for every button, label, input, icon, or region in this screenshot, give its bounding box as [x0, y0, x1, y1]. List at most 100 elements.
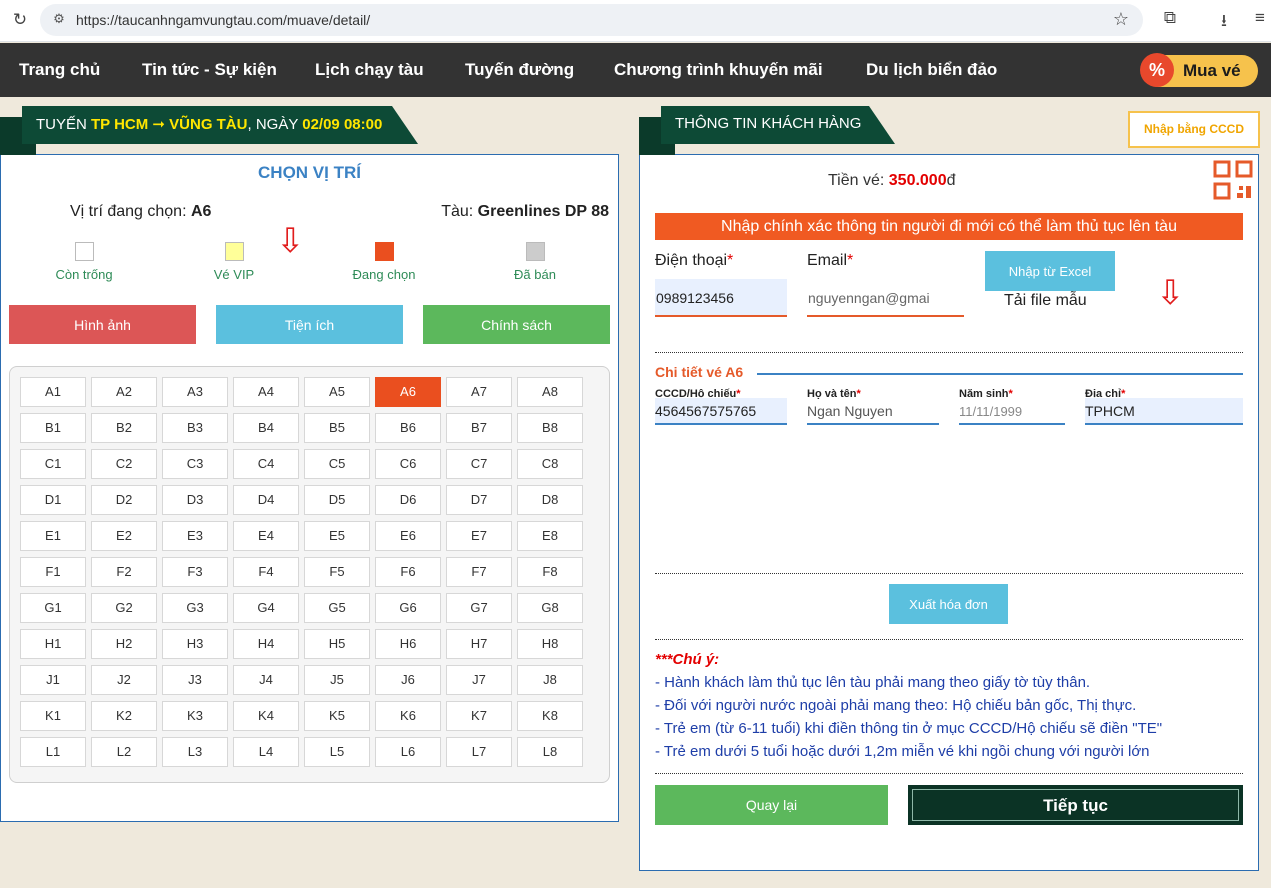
seat-c6[interactable]: C6	[375, 449, 441, 479]
seat-b5[interactable]: B5	[304, 413, 370, 443]
policy-button[interactable]: Chính sách	[423, 305, 610, 344]
menu-icon[interactable]: ≡	[1248, 8, 1271, 28]
seat-k6[interactable]: K6	[375, 701, 441, 731]
seat-k5[interactable]: K5	[304, 701, 370, 731]
seat-d8[interactable]: D8	[517, 485, 583, 515]
seat-a2[interactable]: A2	[91, 377, 157, 407]
seat-f4[interactable]: F4	[233, 557, 299, 587]
seat-c1[interactable]: C1	[20, 449, 86, 479]
seat-c8[interactable]: C8	[517, 449, 583, 479]
seat-l2[interactable]: L2	[91, 737, 157, 767]
seat-l7[interactable]: L7	[446, 737, 512, 767]
email-field[interactable]: nguyenngan@gmai	[807, 279, 964, 317]
fullname-field[interactable]: Ngan Nguyen	[807, 398, 939, 425]
seat-f3[interactable]: F3	[162, 557, 228, 587]
seat-j3[interactable]: J3	[162, 665, 228, 695]
nav-routes[interactable]: Tuyến đường	[465, 60, 574, 80]
address-field[interactable]: TPHCM	[1085, 398, 1243, 425]
seat-e6[interactable]: E6	[375, 521, 441, 551]
extensions-icon[interactable]: ⧉	[1158, 8, 1182, 28]
seat-b1[interactable]: B1	[20, 413, 86, 443]
seat-d3[interactable]: D3	[162, 485, 228, 515]
buy-ticket-button[interactable]: % Mua vé	[1140, 53, 1258, 87]
seat-k8[interactable]: K8	[517, 701, 583, 731]
seat-l6[interactable]: L6	[375, 737, 441, 767]
nav-island-tours[interactable]: Du lịch biển đảo	[866, 60, 997, 80]
seat-e2[interactable]: E2	[91, 521, 157, 551]
seat-d6[interactable]: D6	[375, 485, 441, 515]
seat-l5[interactable]: L5	[304, 737, 370, 767]
seat-l1[interactable]: L1	[20, 737, 86, 767]
download-template-link[interactable]: Tải file mẫu	[1004, 292, 1087, 310]
url-text[interactable]: https://taucanhngamvungtau.com/muave/det…	[76, 12, 370, 28]
seat-f7[interactable]: F7	[446, 557, 512, 587]
seat-j6[interactable]: J6	[375, 665, 441, 695]
images-button[interactable]: Hình ảnh	[9, 305, 196, 344]
seat-h1[interactable]: H1	[20, 629, 86, 659]
seat-l3[interactable]: L3	[162, 737, 228, 767]
amenities-button[interactable]: Tiện ích	[216, 305, 403, 344]
download-icon[interactable]: ⭳	[1212, 8, 1236, 37]
seat-k4[interactable]: K4	[233, 701, 299, 731]
seat-h2[interactable]: H2	[91, 629, 157, 659]
continue-button[interactable]: Tiếp tục	[908, 785, 1243, 825]
back-button[interactable]: Quay lại	[655, 785, 888, 825]
seat-j7[interactable]: J7	[446, 665, 512, 695]
seat-f5[interactable]: F5	[304, 557, 370, 587]
phone-field[interactable]: 0989123456	[655, 279, 787, 317]
seat-e7[interactable]: E7	[446, 521, 512, 551]
seat-g4[interactable]: G4	[233, 593, 299, 623]
seat-b8[interactable]: B8	[517, 413, 583, 443]
seat-b7[interactable]: B7	[446, 413, 512, 443]
seat-f8[interactable]: F8	[517, 557, 583, 587]
seat-j4[interactable]: J4	[233, 665, 299, 695]
seat-a3[interactable]: A3	[162, 377, 228, 407]
seat-h8[interactable]: H8	[517, 629, 583, 659]
seat-f6[interactable]: F6	[375, 557, 441, 587]
seat-a6[interactable]: A6	[375, 377, 441, 407]
seat-h7[interactable]: H7	[446, 629, 512, 659]
seat-c2[interactable]: C2	[91, 449, 157, 479]
scan-cccd-button[interactable]: Nhập bằng CCCD	[1128, 111, 1260, 148]
seat-k1[interactable]: K1	[20, 701, 86, 731]
seat-g5[interactable]: G5	[304, 593, 370, 623]
reload-icon[interactable]: ↻	[8, 9, 32, 31]
seat-g3[interactable]: G3	[162, 593, 228, 623]
seat-b6[interactable]: B6	[375, 413, 441, 443]
seat-l8[interactable]: L8	[517, 737, 583, 767]
seat-k2[interactable]: K2	[91, 701, 157, 731]
seat-b2[interactable]: B2	[91, 413, 157, 443]
seat-a8[interactable]: A8	[517, 377, 583, 407]
seat-j2[interactable]: J2	[91, 665, 157, 695]
id-number-field[interactable]: 4564567575765	[655, 398, 787, 425]
seat-k3[interactable]: K3	[162, 701, 228, 731]
seat-a4[interactable]: A4	[233, 377, 299, 407]
seat-e1[interactable]: E1	[20, 521, 86, 551]
seat-a5[interactable]: A5	[304, 377, 370, 407]
qr-scan-icon[interactable]	[1213, 160, 1253, 200]
seat-f2[interactable]: F2	[91, 557, 157, 587]
seat-j8[interactable]: J8	[517, 665, 583, 695]
seat-l4[interactable]: L4	[233, 737, 299, 767]
seat-d5[interactable]: D5	[304, 485, 370, 515]
seat-d1[interactable]: D1	[20, 485, 86, 515]
seat-j1[interactable]: J1	[20, 665, 86, 695]
site-info-icon[interactable]: ⚙	[50, 10, 68, 28]
address-bar[interactable]: ⚙ https://taucanhngamvungtau.com/muave/d…	[40, 4, 1143, 36]
seat-a7[interactable]: A7	[446, 377, 512, 407]
seat-e5[interactable]: E5	[304, 521, 370, 551]
seat-e8[interactable]: E8	[517, 521, 583, 551]
seat-d2[interactable]: D2	[91, 485, 157, 515]
seat-d7[interactable]: D7	[446, 485, 512, 515]
seat-k7[interactable]: K7	[446, 701, 512, 731]
seat-b4[interactable]: B4	[233, 413, 299, 443]
seat-a1[interactable]: A1	[20, 377, 86, 407]
seat-c5[interactable]: C5	[304, 449, 370, 479]
seat-g6[interactable]: G6	[375, 593, 441, 623]
seat-c7[interactable]: C7	[446, 449, 512, 479]
seat-e4[interactable]: E4	[233, 521, 299, 551]
seat-b3[interactable]: B3	[162, 413, 228, 443]
import-excel-button[interactable]: Nhập từ Excel	[985, 251, 1115, 291]
seat-h5[interactable]: H5	[304, 629, 370, 659]
seat-c3[interactable]: C3	[162, 449, 228, 479]
